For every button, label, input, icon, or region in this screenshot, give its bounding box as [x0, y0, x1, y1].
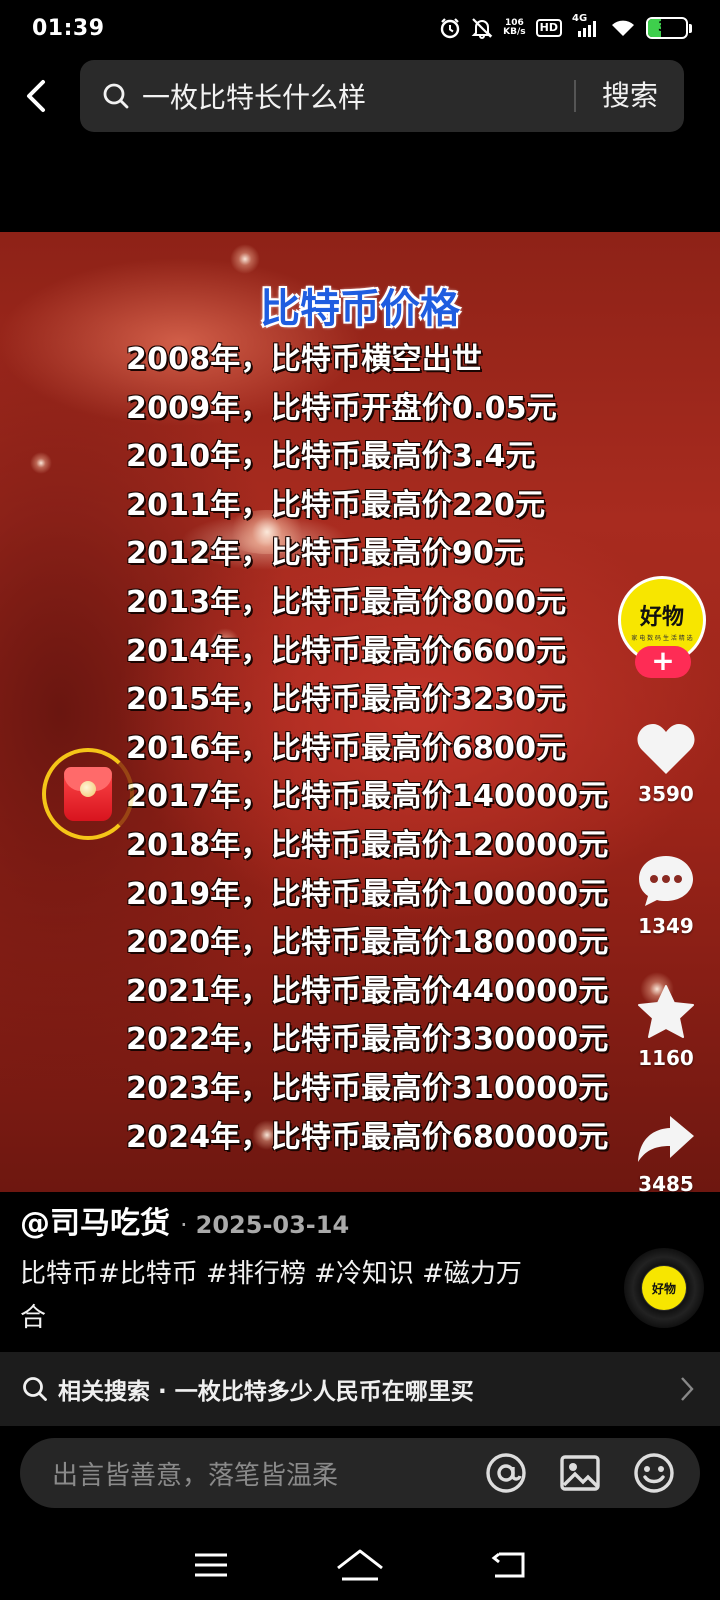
back-icon	[27, 80, 45, 112]
comment-input[interactable]: 出言皆善意，落笔皆温柔	[20, 1438, 700, 1508]
home-icon[interactable]	[336, 1548, 384, 1582]
video-title: 比特币价格	[260, 286, 460, 332]
net-speed: 106 KB/s	[503, 19, 525, 37]
share-count: 3485	[638, 1172, 694, 1196]
music-disc-label: 好物	[642, 1266, 686, 1310]
price-line: 2020年，比特币最高价180000元	[126, 925, 609, 961]
light-flare	[30, 452, 52, 474]
chevron-right-icon	[681, 1377, 694, 1401]
comment-count: 1349	[638, 914, 694, 938]
image-icon[interactable]	[558, 1451, 602, 1495]
price-line: 2010年，比特币最高价3.4元	[126, 439, 536, 475]
price-line: 2016年，比特币最高价6800元	[126, 730, 567, 766]
emoji-icon[interactable]	[632, 1451, 676, 1495]
comment-icon	[639, 856, 693, 906]
net-speed-unit: KB/s	[503, 27, 526, 37]
star-icon	[638, 985, 694, 1038]
price-line: 2009年，比特币开盘价0.05元	[126, 390, 557, 426]
separator: ·	[180, 1211, 188, 1239]
alarm-icon	[439, 17, 461, 39]
favorite-count: 1160	[638, 1046, 694, 1070]
author-name[interactable]: @司马吃货	[20, 1198, 170, 1242]
related-search-bar[interactable]: 相关搜索 · 一枚比特多少人民币在哪里买	[0, 1352, 720, 1426]
mute-bell-icon	[471, 17, 493, 39]
signal-icon: 4G	[572, 13, 600, 39]
price-list: 2008年，比特币横空出世 2009年，比特币开盘价0.05元 2010年，比特币最…	[126, 336, 609, 1162]
search-button[interactable]: 搜索	[602, 60, 658, 132]
wifi-icon	[610, 17, 636, 39]
price-line: 2015年，比特币最高价3230元	[126, 682, 567, 718]
post-date: 2025-03-14	[195, 1211, 350, 1239]
hd-badge: HD	[535, 19, 562, 37]
status-time: 01:39	[32, 15, 105, 41]
comment-placeholder: 出言皆善意，落笔皆温柔	[52, 1460, 339, 1491]
price-line: 2008年，比特币横空出世	[126, 342, 483, 377]
post-description[interactable]: 比特币#比特币 #排行榜 #冷知识 #磁力万合	[20, 1252, 540, 1340]
red-packet-icon	[64, 767, 112, 821]
red-packet-button[interactable]	[42, 748, 134, 840]
price-line: 2024年，比特币最高价680000元	[126, 1119, 609, 1155]
menu-icon[interactable]	[193, 1551, 229, 1579]
price-line: 2018年，比特币最高价120000元	[126, 827, 609, 863]
share-icon	[638, 1116, 694, 1162]
price-line: 2019年，比特币最高价100000元	[126, 876, 609, 912]
avatar-subtext: 家 电 数 码 生 活 精 选	[631, 634, 693, 642]
price-line: 2012年，比特币最高价90元	[126, 536, 525, 572]
follow-button[interactable]: +	[635, 646, 691, 678]
price-line: 2023年，比特币最高价310000元	[126, 1070, 609, 1106]
return-icon[interactable]	[491, 1550, 527, 1580]
author-row: @司马吃货 · 2025-03-14	[20, 1198, 349, 1242]
search-input[interactable]: 一枚比特长什么样 搜索	[80, 60, 684, 132]
comment-button[interactable]: 1349	[626, 854, 706, 938]
price-line: 2011年，比特币最高价220元	[126, 487, 546, 523]
comment-tools	[484, 1451, 676, 1495]
battery-icon: 34	[646, 17, 692, 39]
price-line: 2017年，比特币最高价140000元	[126, 779, 609, 815]
like-count: 3590	[638, 782, 694, 806]
status-bar: 01:39 106 KB/s HD 4G 34	[0, 0, 720, 56]
like-button[interactable]: 3590	[626, 722, 706, 806]
network-type: 4G	[572, 13, 588, 24]
back-button[interactable]	[0, 58, 72, 134]
search-query: 一枚比特长什么样	[142, 81, 367, 114]
light-flare	[230, 244, 260, 274]
related-search-text: 相关搜索 · 一枚比特多少人民币在哪里买	[58, 1379, 474, 1405]
heart-icon	[637, 724, 695, 774]
price-line: 2022年，比特币最高价330000元	[126, 1022, 609, 1058]
battery-level: 34	[657, 20, 677, 35]
status-icons: 106 KB/s HD 4G 34	[439, 13, 692, 39]
favorite-button[interactable]: 1160	[626, 984, 706, 1070]
share-button[interactable]: 3485	[626, 1114, 706, 1196]
price-line: 2021年，比特币最高价440000元	[126, 973, 609, 1009]
search-header: 一枚比特长什么样 搜索	[0, 58, 720, 134]
avatar-text: 好物	[639, 604, 684, 630]
video-player[interactable]: 比特币价格 2008年，比特币横空出世 2009年，比特币开盘价0.05元 2010…	[0, 232, 720, 1192]
price-line: 2014年，比特币最高价6600元	[126, 633, 567, 669]
music-disc[interactable]: 好物	[624, 1248, 704, 1328]
price-line: 2013年，比特币最高价8000元	[126, 584, 567, 620]
search-icon	[23, 1377, 47, 1401]
at-icon[interactable]	[484, 1451, 528, 1495]
search-divider	[574, 80, 576, 112]
search-icon	[103, 83, 129, 109]
system-nav-bar	[0, 1530, 720, 1600]
